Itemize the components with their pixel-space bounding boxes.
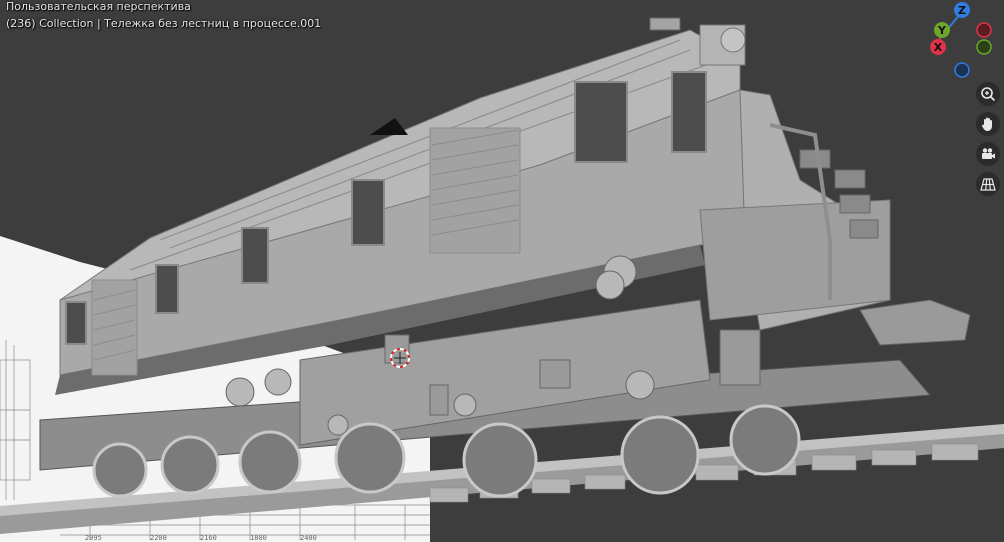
hand-icon[interactable] xyxy=(976,112,1000,136)
neg-x-axis-handle[interactable] xyxy=(976,22,992,38)
blueprint-dim-1: 2095 xyxy=(85,534,102,542)
camera-icon[interactable] xyxy=(976,142,1000,166)
blueprint-dim-5: 2400 xyxy=(300,534,317,542)
neg-z-axis-handle[interactable] xyxy=(954,62,970,78)
locomotive-scene[interactable]: 2095 2200 2160 1800 2400 xyxy=(0,0,1004,542)
locomotive-model[interactable] xyxy=(39,17,971,498)
x-axis-label: X xyxy=(934,41,943,54)
zoom-icon[interactable] xyxy=(976,82,1000,106)
blueprint-dim-3: 2160 xyxy=(200,534,217,542)
neg-y-axis-handle[interactable] xyxy=(976,39,992,55)
navigation-gizmo[interactable]: Z Y X xyxy=(924,0,1004,84)
3d-viewport[interactable]: 2095 2200 2160 1800 2400 Пользовательска… xyxy=(0,0,1004,542)
blueprint-dim-4: 1800 xyxy=(250,534,267,542)
grid-icon[interactable] xyxy=(976,172,1000,196)
z-axis-label: Z xyxy=(958,4,966,17)
collection-info-label: (236) Collection | Тележка без лестниц в… xyxy=(6,17,322,30)
blueprint-dim-2: 2200 xyxy=(150,534,167,542)
y-axis-label: Y xyxy=(937,24,947,37)
view-name-label: Пользовательская перспектива xyxy=(6,0,191,13)
